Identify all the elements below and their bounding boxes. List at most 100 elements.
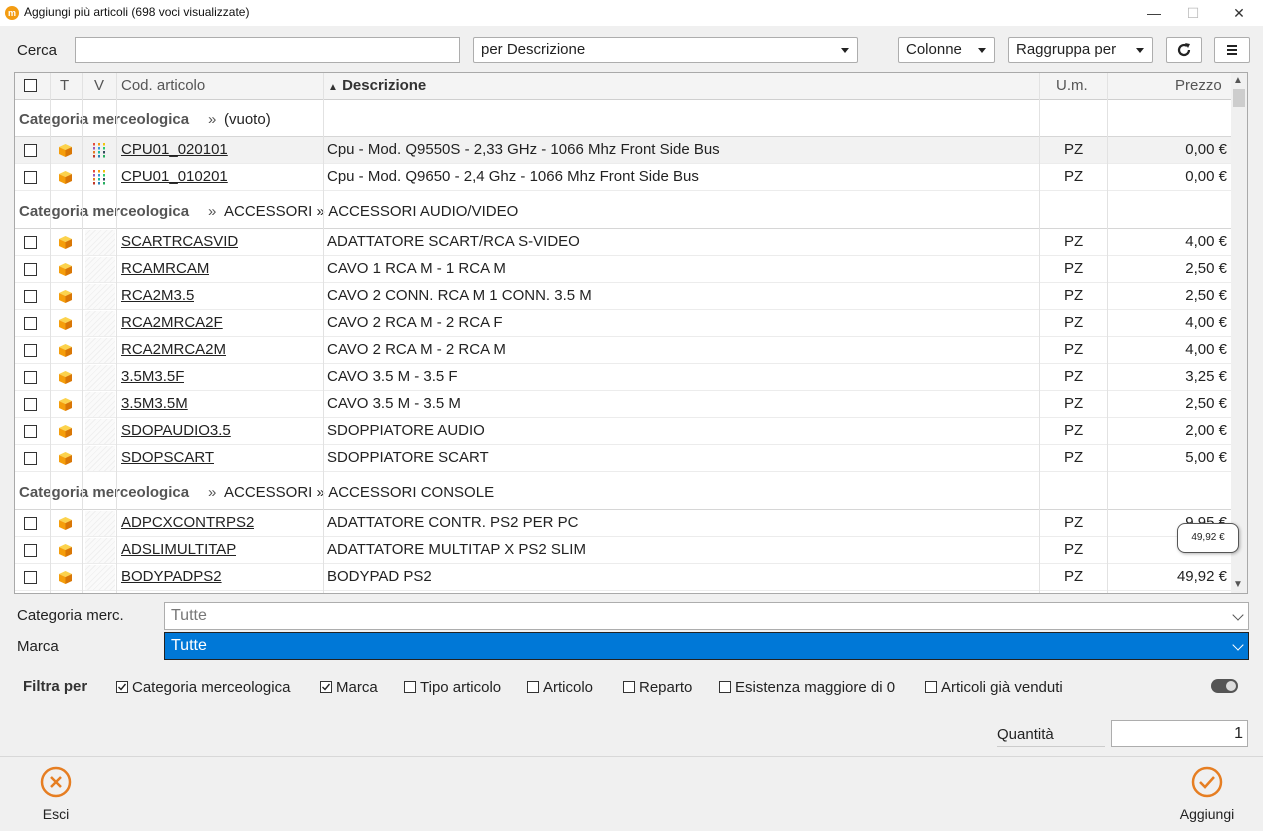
brand-filter-label: Marca: [17, 638, 59, 655]
add-label: Aggiungi: [1179, 806, 1235, 822]
filter-checkbox[interactable]: Articoli già venduti: [925, 679, 1063, 696]
row-checkbox[interactable]: [24, 544, 37, 558]
table-row[interactable]: SDOPAUDIO3.5 SDOPPIATORE AUDIO PZ 2,00 €: [15, 418, 1231, 445]
table-row[interactable]: SDOPSCART SDOPPIATORE SCART PZ 5,00 €: [15, 445, 1231, 472]
maximize-button[interactable]: ☐: [1178, 2, 1208, 24]
col-header-price[interactable]: Prezzo: [1175, 73, 1222, 99]
columns-button[interactable]: Colonne: [898, 37, 995, 63]
group-separator-icon: »: [208, 203, 217, 220]
exit-label: Esci: [42, 806, 70, 822]
row-checkbox[interactable]: [24, 398, 37, 412]
variant-empty-cell: [85, 338, 115, 363]
toggle-switch[interactable]: [1211, 679, 1238, 693]
article-code-link[interactable]: CPU01_020101: [121, 137, 228, 163]
menu-button[interactable]: [1214, 37, 1250, 63]
filter-checkbox[interactable]: Reparto: [623, 679, 692, 696]
article-price: 0,00 €: [1185, 141, 1227, 158]
group-header[interactable]: Categoria merceologica » (vuoto): [15, 99, 1231, 137]
row-checkbox[interactable]: [24, 263, 37, 277]
table-row[interactable]: BODYPADPS2 BODYPAD PS2 PZ 49,92 €: [15, 564, 1231, 591]
row-checkbox[interactable]: [24, 425, 37, 439]
table-row[interactable]: RCA2MRCA2F CAVO 2 RCA M - 2 RCA F PZ 4,00 €: [15, 310, 1231, 337]
group-header[interactable]: Categoria merceologica » ACCESSORI » ACCES…: [15, 191, 1231, 229]
minimize-button[interactable]: —: [1139, 2, 1169, 24]
table-row[interactable]: CPU01_020101 Cpu - Mod. Q9550S - 2,33 GHz…: [15, 137, 1231, 164]
grid-header: T V Cod. articolo ▲ Descrizione U.m. Pre…: [15, 73, 1231, 100]
col-header-v[interactable]: V: [94, 73, 104, 99]
article-code-link[interactable]: 3.5M3.5F: [121, 364, 184, 390]
table-row[interactable]: ADPCXCONTRPS2 ADATTATORE CONTR. PS2 PER P…: [15, 510, 1231, 537]
col-header-t[interactable]: T: [60, 73, 69, 99]
article-code-link[interactable]: ADSLIMULTITAP: [121, 537, 236, 563]
row-checkbox[interactable]: [24, 171, 37, 185]
row-checkbox[interactable]: [24, 236, 37, 250]
article-code-link[interactable]: CPU01_010201: [121, 164, 228, 190]
article-code-link[interactable]: 3.5M3.5M: [121, 391, 188, 417]
article-code-link[interactable]: RCA2M3.5: [121, 283, 194, 309]
table-row[interactable]: 3.5M3.5F CAVO 3.5 M - 3.5 F PZ 3,25 €: [15, 364, 1231, 391]
unchecked-box-icon[interactable]: [527, 681, 539, 693]
table-row[interactable]: CPU01_010201 Cpu - Mod. Q9650 - 2,4 Ghz -…: [15, 164, 1231, 191]
vertical-scrollbar[interactable]: ▲ ▼: [1231, 73, 1247, 593]
article-code-link[interactable]: SDOPSCART: [121, 445, 214, 471]
unchecked-box-icon[interactable]: [925, 681, 937, 693]
article-code-link[interactable]: BODYPADPS2: [121, 564, 222, 590]
scroll-down-icon[interactable]: ▼: [1233, 579, 1243, 590]
row-checkbox[interactable]: [24, 571, 37, 585]
article-code-link[interactable]: SCARTRCASVID: [121, 229, 238, 255]
row-checkbox[interactable]: [24, 317, 37, 331]
row-checkbox[interactable]: [24, 344, 37, 358]
columns-label: Colonne: [906, 41, 962, 58]
exit-button[interactable]: Esci: [30, 765, 82, 822]
filter-checkbox[interactable]: Tipo articolo: [404, 679, 501, 696]
article-code-link[interactable]: RCA2MRCA2F: [121, 310, 223, 336]
search-mode-select[interactable]: per Descrizione: [473, 37, 858, 63]
scrollbar-thumb[interactable]: [1233, 89, 1245, 107]
group-by-button[interactable]: Raggruppa per: [1008, 37, 1153, 63]
brand-filter-dropdown[interactable]: Tutte: [164, 632, 1249, 660]
checked-box-icon[interactable]: [116, 681, 128, 693]
checked-box-icon[interactable]: [320, 681, 332, 693]
article-code-link[interactable]: SDOPAUDIO3.5: [121, 418, 231, 444]
table-row[interactable]: RCAMRCAM CAVO 1 RCA M - 1 RCA M PZ 2,50 €: [15, 256, 1231, 283]
footer-bar: Esci Aggiungi: [0, 756, 1263, 831]
select-all-checkbox[interactable]: [24, 79, 37, 93]
row-checkbox[interactable]: [24, 371, 37, 385]
scroll-up-icon[interactable]: ▲: [1233, 75, 1243, 86]
row-checkbox[interactable]: [24, 452, 37, 466]
category-filter-dropdown[interactable]: Tutte: [164, 602, 1249, 630]
col-header-code[interactable]: Cod. articolo: [121, 73, 205, 99]
article-price: 5,00 €: [1185, 449, 1227, 466]
unchecked-box-icon[interactable]: [404, 681, 416, 693]
group-header[interactable]: Categoria merceologica » ACCESSORI » ACCES…: [15, 472, 1231, 510]
table-row[interactable]: RCA2MRCA2M CAVO 2 RCA M - 2 RCA M PZ 4,00 €: [15, 337, 1231, 364]
col-header-um[interactable]: U.m.: [1056, 73, 1088, 99]
unchecked-box-icon[interactable]: [623, 681, 635, 693]
article-um: PZ: [1064, 233, 1084, 250]
article-code-link[interactable]: RCA2MRCA2M: [121, 337, 226, 363]
filter-checkbox[interactable]: Esistenza maggiore di 0: [719, 679, 895, 696]
article-um: PZ: [1064, 260, 1084, 277]
table-row[interactable]: RCA2M3.5 CAVO 2 CONN. RCA M 1 CONN. 3.5 M…: [15, 283, 1231, 310]
cube-icon: [59, 425, 72, 438]
refresh-button[interactable]: [1166, 37, 1202, 63]
article-code-link[interactable]: ADPCXCONTRPS2: [121, 510, 254, 536]
col-header-description[interactable]: ▲ Descrizione: [328, 73, 426, 99]
row-checkbox[interactable]: [24, 517, 37, 531]
filter-checkbox[interactable]: Marca: [320, 679, 378, 696]
article-code-link[interactable]: RCAMRCAM: [121, 256, 209, 282]
add-button[interactable]: Aggiungi: [1172, 765, 1242, 822]
filter-checkbox[interactable]: Categoria merceologica: [116, 679, 290, 696]
close-button[interactable]: ✕: [1224, 2, 1254, 24]
search-input[interactable]: [75, 37, 460, 63]
table-row[interactable]: SCARTRCASVID ADATTATORE SCART/RCA S-VIDEO…: [15, 229, 1231, 256]
quantity-input[interactable]: 1: [1111, 720, 1248, 747]
table-row[interactable]: 3.5M3.5M CAVO 3.5 M - 3.5 M PZ 2,50 €: [15, 391, 1231, 418]
table-row[interactable]: ADSLIMULTITAP ADATTATORE MULTITAP X PS2 S…: [15, 537, 1231, 564]
row-checkbox[interactable]: [24, 290, 37, 304]
filter-checkbox[interactable]: Articolo: [527, 679, 593, 696]
unchecked-box-icon[interactable]: [719, 681, 731, 693]
group-prefix: Categoria merceologica: [19, 484, 190, 501]
cube-icon: [59, 452, 72, 465]
row-checkbox[interactable]: [24, 144, 37, 158]
